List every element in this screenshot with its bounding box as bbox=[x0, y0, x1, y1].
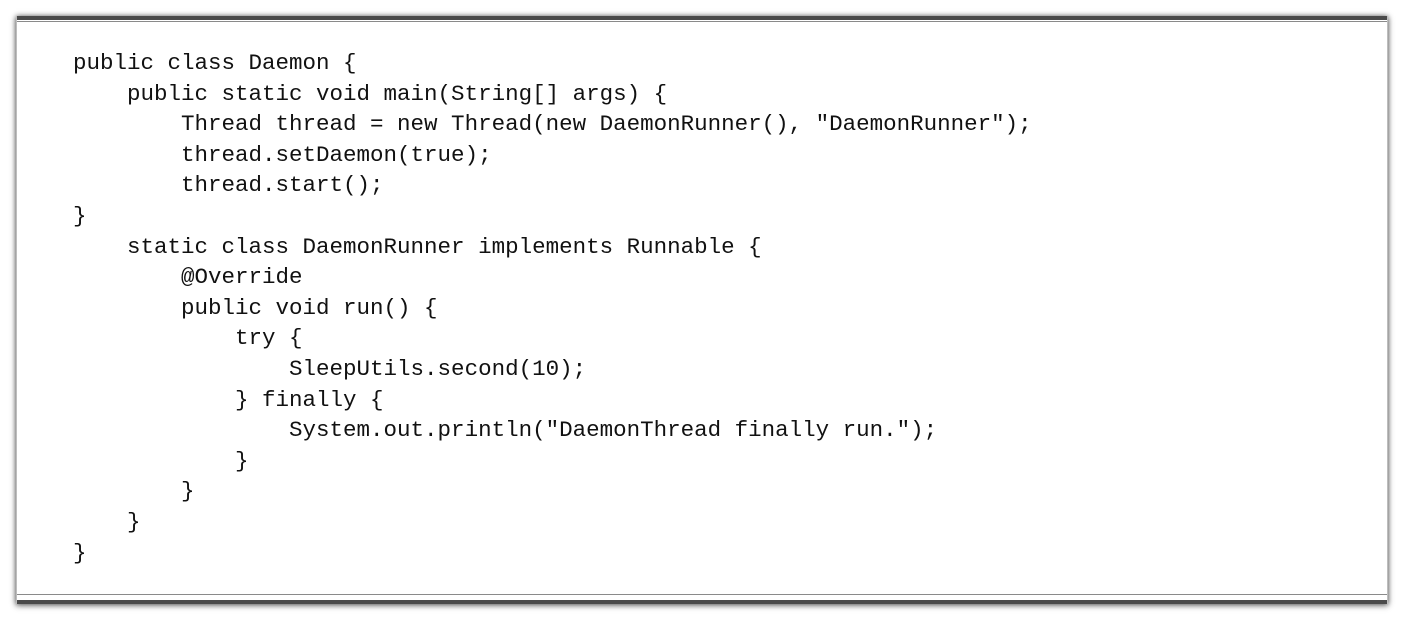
code-line: } bbox=[73, 478, 195, 505]
code-line: thread.setDaemon(true); bbox=[73, 141, 492, 168]
code-line: } finally { bbox=[73, 386, 384, 413]
code-line: System.out.println("DaemonThread finally… bbox=[73, 417, 938, 444]
code-line: SleepUtils.second(10); bbox=[73, 355, 587, 382]
code-line: public void run() { bbox=[73, 294, 438, 321]
top-rule bbox=[17, 16, 1387, 22]
code-line: } bbox=[73, 202, 87, 229]
code-line: public class Daemon { bbox=[73, 50, 357, 76]
code-line: } bbox=[73, 508, 141, 535]
code-line: } bbox=[73, 539, 87, 566]
bottom-rule bbox=[17, 594, 1387, 604]
code-listing-frame: public class Daemon { public static void… bbox=[16, 16, 1388, 604]
code-line: static class DaemonRunner implements Run… bbox=[73, 233, 762, 260]
code-block: public class Daemon { public static void… bbox=[73, 48, 1032, 568]
code-line: thread.start(); bbox=[73, 172, 384, 199]
code-line: try { bbox=[73, 325, 303, 352]
code-line: public static void main(String[] args) { bbox=[73, 80, 668, 107]
code-line: } bbox=[73, 447, 249, 474]
code-line: Thread thread = new Thread(new DaemonRun… bbox=[73, 111, 1032, 138]
code-line: @Override bbox=[73, 264, 303, 291]
